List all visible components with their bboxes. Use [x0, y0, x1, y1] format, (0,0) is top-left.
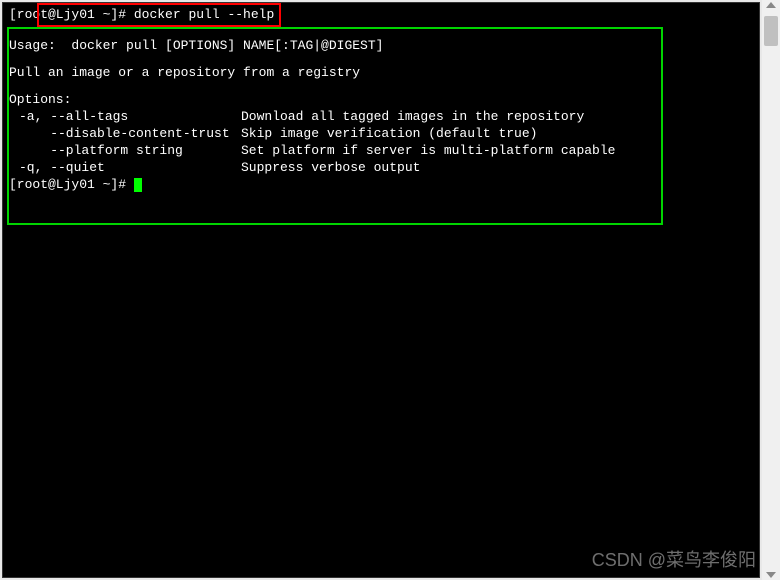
option-row: -q, --quietSuppress verbose output [3, 159, 759, 176]
chevron-up-icon[interactable] [766, 2, 776, 8]
scrollbar-thumb[interactable] [764, 16, 778, 46]
option-row: --disable-content-trustSkip image verifi… [3, 125, 759, 142]
terminal-window[interactable]: [root@Ljy01 ~]# docker pull --help Usage… [2, 2, 760, 578]
option-desc: Download all tagged images in the reposi… [241, 109, 584, 124]
option-desc: Skip image verification (default true) [241, 126, 537, 141]
description-line: Pull an image or a repository from a reg… [3, 55, 759, 82]
option-flag: --platform string [9, 143, 241, 158]
option-desc: Suppress verbose output [241, 160, 420, 175]
option-flag: -a, --all-tags [9, 109, 241, 124]
command-prompt-line-2: [root@Ljy01 ~]# [3, 176, 759, 193]
vertical-scrollbar[interactable] [762, 0, 780, 580]
option-row: --platform stringSet platform if server … [3, 142, 759, 159]
option-desc: Set platform if server is multi-platform… [241, 143, 615, 158]
prompt-user-host: [root@Ljy01 ~]# [9, 7, 126, 22]
prompt-user-host: [root@Ljy01 ~]# [9, 177, 126, 192]
option-flag: -q, --quiet [9, 160, 241, 175]
command-text: docker pull --help [134, 7, 274, 22]
usage-line: Usage: docker pull [OPTIONS] NAME[:TAG|@… [3, 24, 759, 55]
option-row: -a, --all-tagsDownload all tagged images… [3, 108, 759, 125]
command-prompt-line: [root@Ljy01 ~]# docker pull --help [3, 3, 759, 24]
options-header: Options: [3, 82, 759, 108]
chevron-down-icon[interactable] [766, 572, 776, 578]
cursor-icon [134, 178, 142, 192]
option-flag: --disable-content-trust [9, 126, 241, 141]
